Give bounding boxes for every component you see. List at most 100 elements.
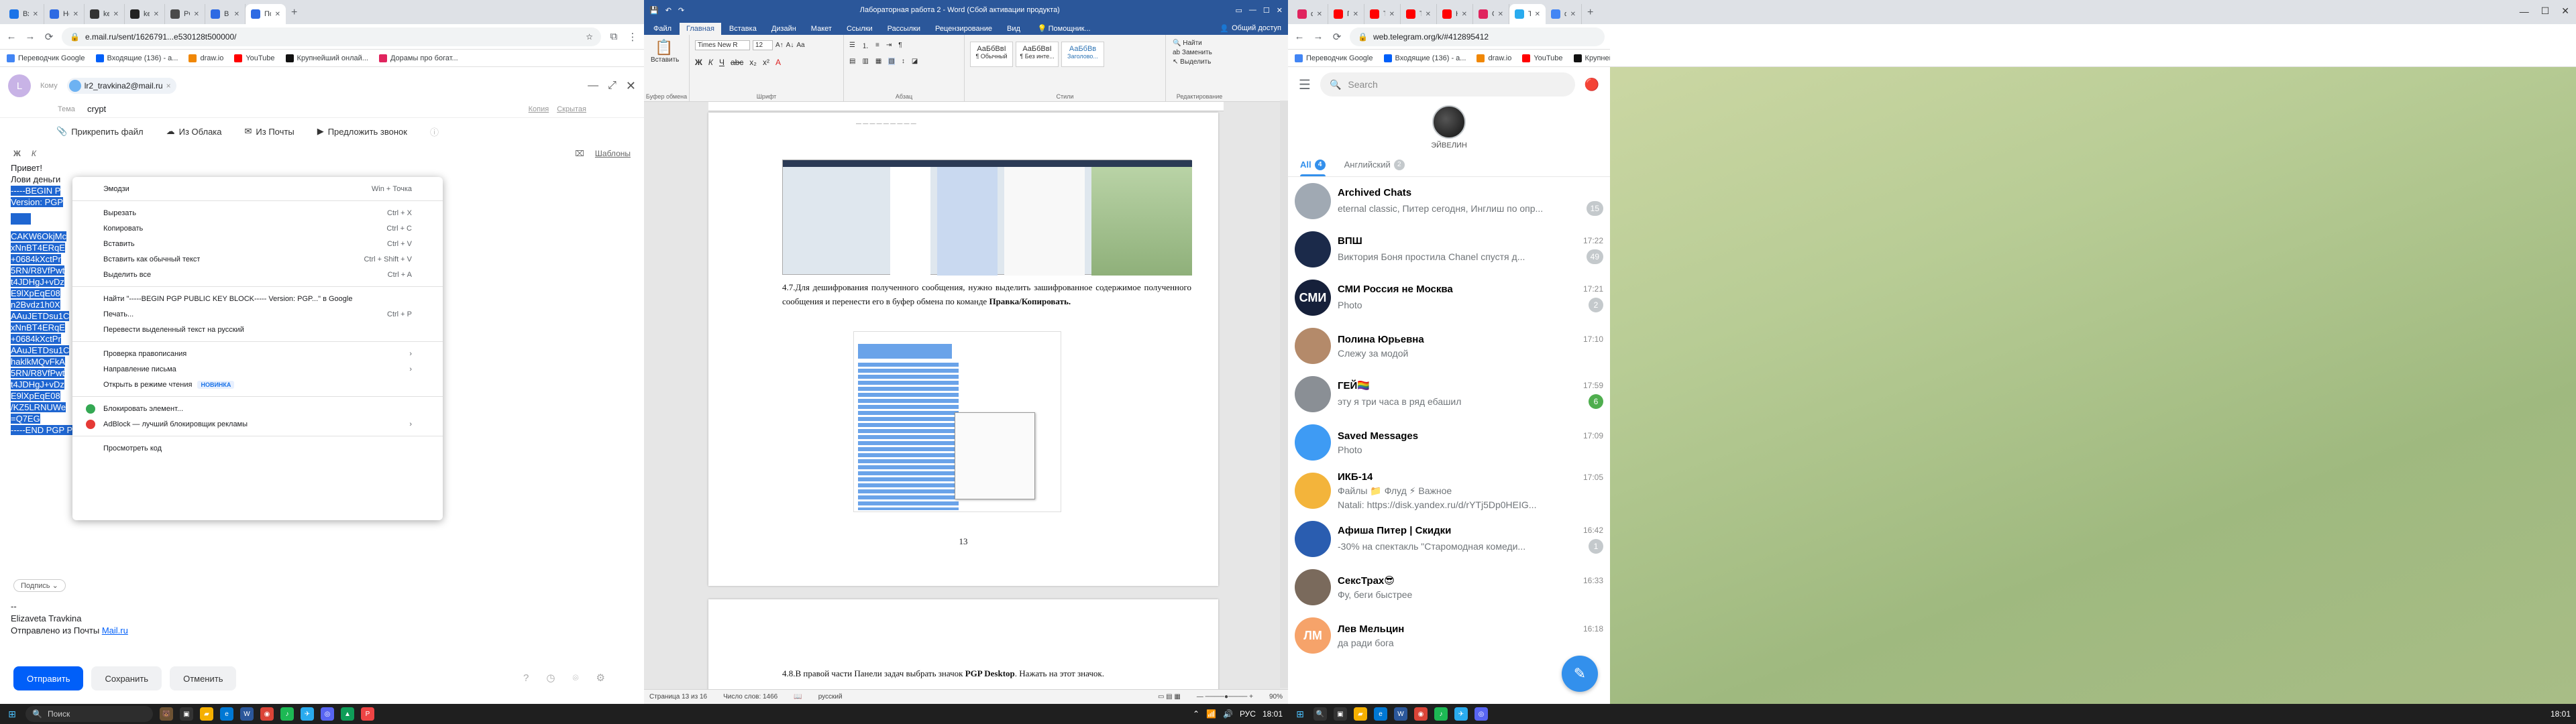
menu-item[interactable]: Вырезать Ctrl + X: [72, 205, 443, 221]
bcc-link[interactable]: Скрытая: [557, 105, 586, 113]
chat-row[interactable]: ИКБ-14 17:05 Файлы 📁 Флуд ⚡ Важное Natali: …: [1288, 467, 1610, 515]
tab-close-icon[interactable]: ✕: [1317, 11, 1322, 18]
send-button[interactable]: Отправить: [13, 666, 84, 690]
chat-row[interactable]: СМИ СМИ Россия не Москва 17:21 Photo 2: [1288, 274, 1610, 322]
clear-format-icon[interactable]: ⌧: [575, 149, 584, 158]
italic-icon[interactable]: К: [708, 58, 713, 67]
tab-close-icon[interactable]: ✕: [73, 11, 78, 18]
line-spacing-icon[interactable]: ↕: [902, 58, 905, 65]
subscript-icon[interactable]: x₂: [749, 58, 757, 67]
address-bar[interactable]: 🔒 e.mail.ru/sent/1626791...e530128t50000…: [62, 27, 601, 46]
redo-icon[interactable]: ↷: [678, 6, 684, 15]
word-tab[interactable]: Ссылки: [840, 23, 879, 35]
menu-item[interactable]: Направление письма ›: [72, 361, 443, 377]
tell-me[interactable]: Помощник...: [1049, 25, 1091, 35]
bookmark[interactable]: YouTube: [1522, 54, 1563, 62]
justify-icon[interactable]: ▧: [888, 58, 895, 65]
menu-item[interactable]: Найти "-----BEGIN PGP PUBLIC KEY BLOCK--…: [72, 291, 443, 306]
bookmark[interactable]: Крупнейший онлай...: [285, 54, 368, 62]
tab-close-icon[interactable]: ✕: [33, 11, 38, 18]
find-button[interactable]: 🔍 Найти: [1173, 39, 1212, 48]
chat-row[interactable]: ГЕЙ🏳️‍🌈 17:59 эту я три часа в ряд ебашил 6: [1288, 370, 1610, 418]
cc-link[interactable]: Копия: [529, 105, 549, 113]
back-icon[interactable]: ←: [1293, 31, 1305, 42]
tab-close-icon[interactable]: ✕: [1462, 11, 1467, 18]
clock[interactable]: 18:01: [1263, 709, 1283, 719]
close-icon[interactable]: ✕: [2561, 5, 2569, 17]
minimize-icon[interactable]: —: [588, 80, 598, 92]
spotify-icon[interactable]: ♪: [1434, 707, 1448, 721]
mailru-link[interactable]: Mail.ru: [102, 625, 128, 636]
edge-icon[interactable]: e: [220, 707, 233, 721]
story-avatar-icon[interactable]: 🔴: [1585, 78, 1599, 92]
templates-link[interactable]: Шаблоны: [595, 149, 631, 158]
browser-tab[interactable]: Отчаянные Домохозяй ✕: [1473, 4, 1509, 24]
view-buttons[interactable]: ▭ ▤ ▦: [1158, 693, 1181, 701]
search-icon[interactable]: 🔍: [1313, 707, 1327, 721]
word-tab[interactable]: Макет: [804, 23, 839, 35]
chat-row[interactable]: Archived Chats eternal classic, Питер сег…: [1288, 177, 1610, 225]
folder-tab[interactable]: All 4: [1300, 153, 1326, 176]
style-normal[interactable]: АаБбВвI ¶ Обычный: [970, 42, 1013, 67]
telegram-icon[interactable]: ✈: [301, 707, 314, 721]
telegram-icon[interactable]: ✈: [1454, 707, 1468, 721]
menu-item[interactable]: Перевести выделенный текст на русский: [72, 322, 443, 337]
ribbon-options-icon[interactable]: ▭: [1236, 6, 1242, 15]
browser-tab[interactable]: Tricky Doors Walkthrough ✕: [1401, 4, 1437, 24]
word-tab[interactable]: Главная: [680, 23, 721, 35]
word-tab[interactable]: Вставка: [722, 23, 763, 35]
reload-icon[interactable]: ⟳: [43, 31, 55, 43]
star-icon[interactable]: ☆: [586, 32, 593, 42]
chrome-icon[interactable]: ◉: [1414, 707, 1428, 721]
input-language[interactable]: РУС: [1240, 709, 1256, 719]
status-language[interactable]: русский: [818, 693, 843, 701]
strike-icon[interactable]: abc: [731, 58, 743, 67]
extensions-icon[interactable]: ⧉: [608, 31, 620, 42]
menu-item-emoji[interactable]: Эмодзи Win + Точка: [72, 181, 443, 196]
task-view-icon[interactable]: ▣: [180, 707, 193, 721]
expand-icon[interactable]: ⤢: [608, 80, 616, 92]
forward-icon[interactable]: →: [1312, 31, 1324, 42]
tab-close-icon[interactable]: ✕: [1389, 11, 1395, 18]
from-mail-button[interactable]: ✉ Из Почты: [245, 126, 294, 137]
browser-tab[interactable]: PGP ✕: [165, 4, 205, 24]
zoom-slider[interactable]: — ────●──── +: [1197, 693, 1253, 701]
clock-icon[interactable]: ◷: [546, 672, 555, 684]
windows-start-icon[interactable]: ⊞: [1293, 707, 1307, 721]
save-button[interactable]: Сохранить: [91, 666, 162, 690]
address-bar[interactable]: 🔒 web.telegram.org/k/#412895412: [1350, 27, 1605, 46]
chrome-icon[interactable]: ◉: [260, 707, 274, 721]
settings-icon[interactable]: ⚙: [596, 672, 604, 684]
bell-icon[interactable]: ⌾: [572, 672, 578, 684]
chat-row[interactable]: Полина Юрьевна 17:10 Слежу за модой: [1288, 322, 1610, 370]
tab-close-icon[interactable]: ✕: [1498, 11, 1503, 18]
word-tab[interactable]: Рецензирование: [928, 23, 999, 35]
new-message-button[interactable]: ✎: [1562, 656, 1598, 692]
replace-button[interactable]: ab Заменить: [1173, 48, 1212, 58]
recipient-chip[interactable]: lr2_travkina2@mail.ru ×: [66, 78, 176, 94]
scrollbar[interactable]: [1280, 101, 1288, 688]
tab-close-icon[interactable]: ✕: [1535, 11, 1540, 18]
save-icon[interactable]: 💾: [649, 6, 659, 15]
discord-icon[interactable]: ◎: [1474, 707, 1488, 721]
word-tab[interactable]: Вид: [1000, 23, 1027, 35]
bookmark[interactable]: YouTube: [234, 54, 275, 62]
task-view-icon[interactable]: ▣: [1334, 707, 1347, 721]
browser-tab[interactable]: Прохождение Tricky Do ✕: [1328, 4, 1364, 24]
bookmark[interactable]: draw.io: [1477, 54, 1511, 62]
menu-item[interactable]: Вставить Ctrl + V: [72, 236, 443, 251]
menu-item[interactable]: Проверка правописания ›: [72, 346, 443, 361]
forward-icon[interactable]: →: [24, 31, 36, 42]
numbering-icon[interactable]: ⒈: [862, 40, 869, 50]
app-icon[interactable]: ▲: [341, 707, 354, 721]
shading-icon[interactable]: ◪: [912, 58, 918, 65]
remove-recipient-icon[interactable]: ×: [166, 81, 171, 90]
signature-select[interactable]: Подпись ⌄: [13, 579, 66, 592]
tab-close-icon[interactable]: ✕: [1570, 11, 1576, 18]
edge-icon[interactable]: e: [1374, 707, 1387, 721]
browser-tab[interactable]: doramiru.com ✕: [1292, 4, 1328, 24]
info-icon[interactable]: ⓘ: [430, 125, 439, 138]
zoom-level[interactable]: 90%: [1269, 693, 1283, 701]
browser-tab[interactable]: keyc ✕: [125, 4, 165, 24]
tab-close-icon[interactable]: ✕: [275, 11, 280, 18]
